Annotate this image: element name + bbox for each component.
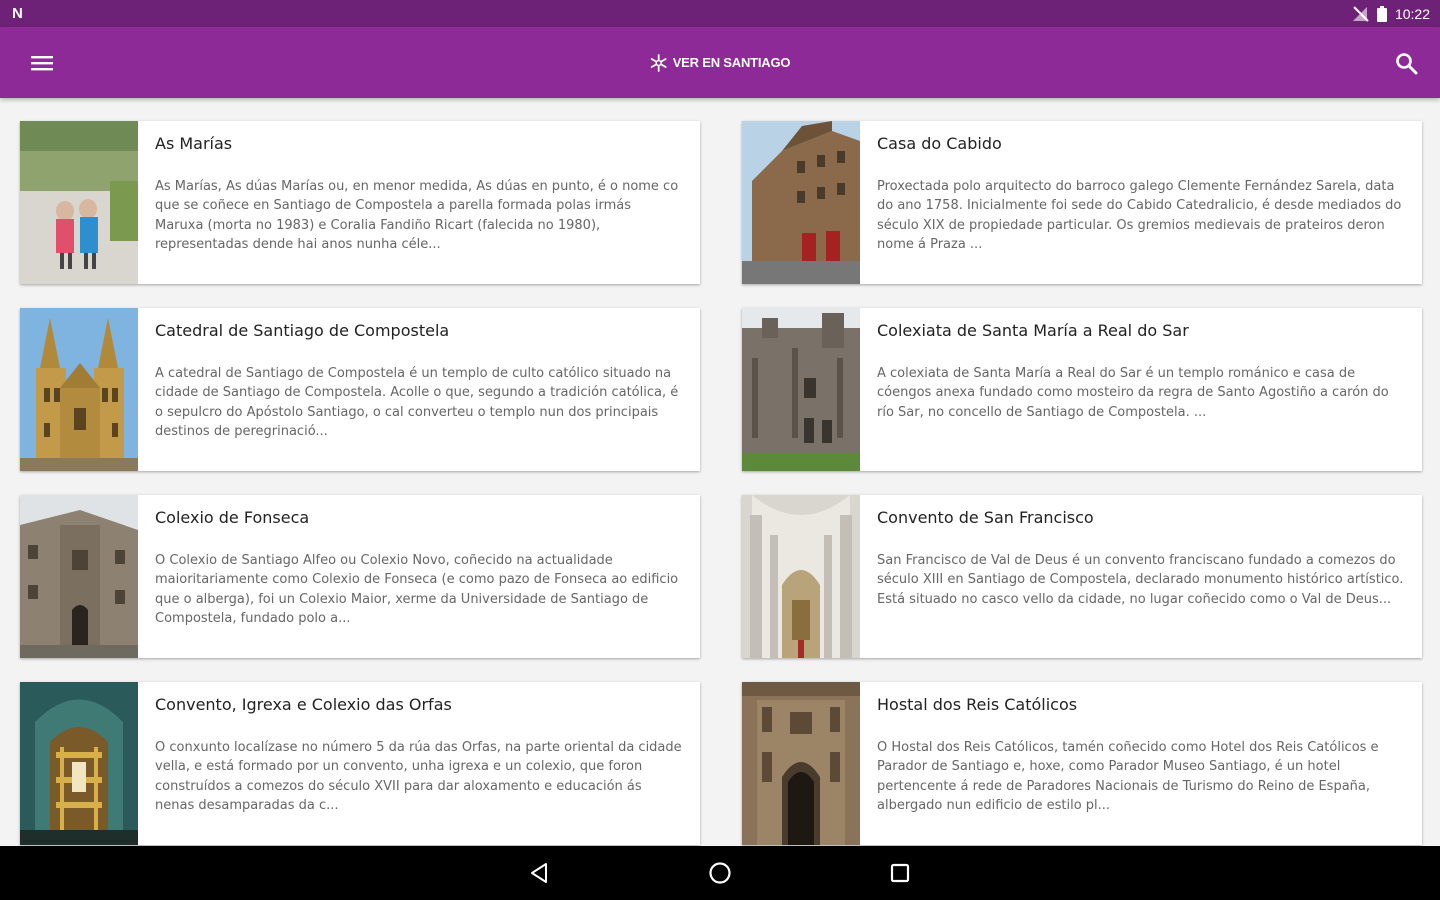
place-card-body: Catedral de Santiago de Compostela A cat… bbox=[138, 308, 700, 471]
place-thumbnail bbox=[742, 121, 860, 284]
place-card[interactable]: Casa do Cabido Proxectada polo arquitect… bbox=[742, 121, 1422, 284]
place-card[interactable]: Colexiata de Santa María a Real do Sar A… bbox=[742, 308, 1422, 471]
place-title: Hostal dos Reis Católicos bbox=[877, 695, 1078, 714]
search-button[interactable] bbox=[1392, 49, 1420, 77]
place-title: Colexiata de Santa María a Real do Sar bbox=[877, 321, 1189, 340]
hamburger-menu-icon bbox=[31, 55, 53, 70]
place-description: O conxunto localízase no número 5 da rúa… bbox=[155, 740, 682, 814]
place-title: Convento de San Francisco bbox=[877, 508, 1094, 527]
back-triangle-icon bbox=[531, 863, 547, 883]
place-card[interactable]: Colexio de Fonseca O Colexio de Santiago… bbox=[20, 495, 700, 658]
place-thumbnail bbox=[20, 495, 138, 658]
place-thumbnail bbox=[742, 308, 860, 471]
place-card[interactable]: Hostal dos Reis Católicos O Hostal dos R… bbox=[742, 682, 1422, 845]
place-thumbnail bbox=[20, 121, 138, 284]
place-card[interactable]: As Marías As Marías, As dúas Marías ou, … bbox=[20, 121, 700, 284]
content-area: As Marías As Marías, As dúas Marías ou, … bbox=[0, 98, 1440, 846]
place-card-body: Convento, Igrexa e Colexio das Orfas O c… bbox=[138, 682, 700, 845]
places-grid: As Marías As Marías, As dúas Marías ou, … bbox=[20, 121, 1422, 845]
place-card-body: Colexiata de Santa María a Real do Sar A… bbox=[860, 308, 1422, 471]
app-bar: VER EN SANTIAGO bbox=[0, 27, 1440, 98]
clock: 10:22 bbox=[1394, 5, 1430, 22]
notification-app-badge: N bbox=[12, 5, 23, 22]
home-circle-icon bbox=[709, 862, 731, 884]
place-title: Convento, Igrexa e Colexio das Orfas bbox=[155, 695, 452, 714]
place-description: O Hostal dos Reis Católicos, tamén coñec… bbox=[877, 740, 1379, 814]
system-navigation-bar bbox=[0, 846, 1440, 900]
place-card-body: Casa do Cabido Proxectada polo arquitect… bbox=[860, 121, 1422, 284]
place-description: A catedral de Santiago de Compostela é u… bbox=[155, 366, 679, 440]
place-title: Colexio de Fonseca bbox=[155, 508, 310, 527]
recents-button[interactable] bbox=[880, 853, 920, 893]
place-card[interactable]: Convento, Igrexa e Colexio das Orfas O c… bbox=[20, 682, 700, 845]
place-title: Catedral de Santiago de Compostela bbox=[155, 321, 450, 340]
status-indicators: 10:22 bbox=[1351, 5, 1430, 22]
battery-icon bbox=[1376, 5, 1387, 22]
status-bar: N 10:22 bbox=[0, 0, 1440, 27]
place-thumbnail bbox=[742, 495, 860, 658]
menu-button[interactable] bbox=[28, 49, 56, 77]
app-title: VER EN SANTIAGO bbox=[650, 53, 791, 72]
place-card-body: As Marías As Marías, As dúas Marías ou, … bbox=[138, 121, 700, 284]
search-icon bbox=[1396, 52, 1418, 74]
place-card[interactable]: Catedral de Santiago de Compostela A cat… bbox=[20, 308, 700, 471]
snowflake-logo-icon bbox=[650, 53, 667, 72]
place-description: As Marías, As dúas Marías ou, en menor m… bbox=[155, 179, 679, 253]
place-thumbnail bbox=[742, 682, 860, 845]
place-thumbnail bbox=[20, 682, 138, 845]
place-description: O Colexio de Santiago Alfeo ou Colexio N… bbox=[155, 553, 679, 627]
app-title-text: VER EN SANTIAGO bbox=[672, 55, 791, 70]
back-button[interactable] bbox=[520, 853, 560, 893]
place-card-body: Colexio de Fonseca O Colexio de Santiago… bbox=[138, 495, 700, 658]
place-title: As Marías bbox=[155, 134, 233, 153]
recents-square-icon bbox=[890, 863, 910, 883]
signal-off-icon bbox=[1351, 5, 1369, 22]
place-description: A colexiata de Santa María a Real do Sar… bbox=[877, 366, 1389, 420]
place-description: Proxectada polo arquitecto do barroco ga… bbox=[877, 179, 1402, 253]
place-card-body: Convento de San Francisco San Francisco … bbox=[860, 495, 1422, 658]
home-button[interactable] bbox=[700, 853, 740, 893]
place-card[interactable]: Convento de San Francisco San Francisco … bbox=[742, 495, 1422, 658]
place-title: Casa do Cabido bbox=[877, 134, 1002, 153]
place-thumbnail bbox=[20, 308, 138, 471]
place-card-body: Hostal dos Reis Católicos O Hostal dos R… bbox=[860, 682, 1422, 845]
place-description: San Francisco de Val de Deus é un conven… bbox=[877, 553, 1404, 607]
